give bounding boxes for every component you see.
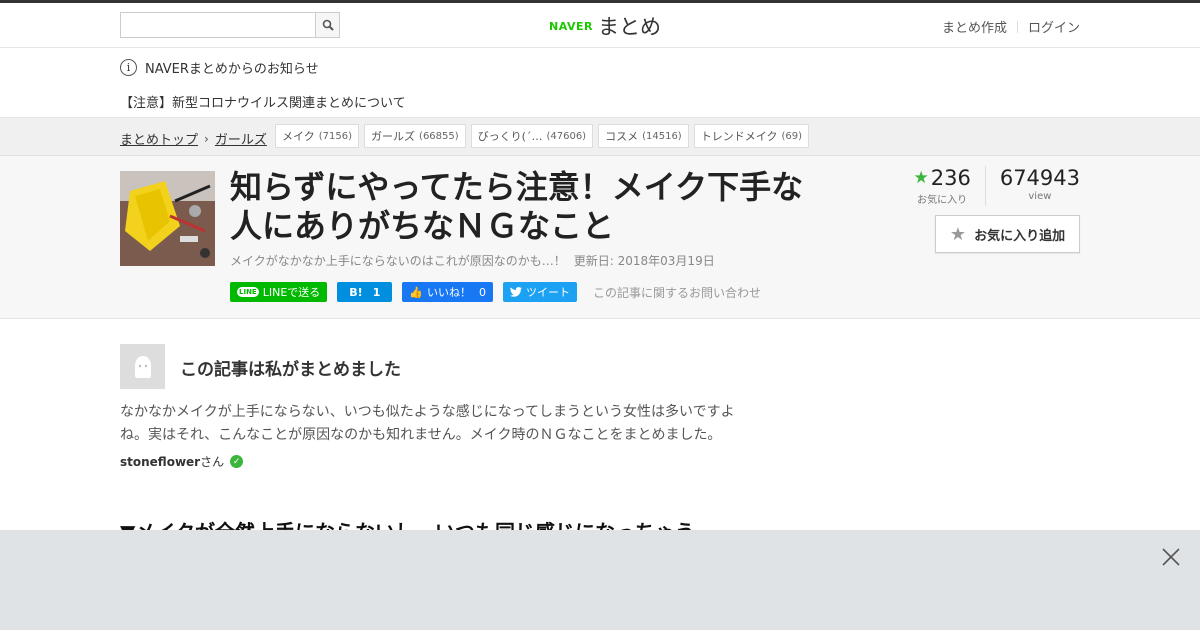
hatena-icon: B! — [349, 285, 363, 299]
site-header: NAVER まとめ まとめ作成 ログイン — [0, 3, 1200, 48]
search-button[interactable] — [315, 12, 340, 38]
breadcrumb-bar: まとめトップ › ガールズ メイク (7156) ガールズ (66855) びっくり… — [0, 118, 1200, 156]
tag-label: びっくり(´… — [477, 130, 543, 143]
breadcrumb-category-link[interactable]: ガールズ — [215, 129, 267, 148]
favorites-label: お気に入り — [917, 195, 968, 206]
tag-list: メイク (7156) ガールズ (66855) びっくり(´… (47606) コスメ… — [275, 124, 810, 148]
tag-count: (47606) — [546, 130, 587, 142]
chevron-right-icon: › — [204, 131, 209, 146]
tag-count: (66855) — [419, 130, 459, 142]
site-logo[interactable]: NAVER まとめ — [549, 11, 661, 41]
tag-item[interactable]: メイク (7156) — [275, 124, 360, 148]
logo-brand: NAVER — [549, 19, 593, 33]
tweet-button[interactable]: ツイート — [503, 282, 578, 302]
favorites-count: 236 — [930, 166, 971, 190]
notice-link[interactable]: 【注意】新型コロナウイルス関連まとめについて — [120, 92, 406, 111]
author-summary: なかなかメイクが上手にならない、いつも似たような感じになってしまうという女性は多… — [120, 404, 735, 443]
article-stats: ★ 236 お気に入り 674943 view — [899, 166, 1080, 206]
star-icon: ★ — [949, 223, 967, 245]
line-icon: LINE — [237, 287, 259, 297]
views-label: view — [1028, 191, 1052, 202]
tag-item[interactable]: コスメ (14516) — [598, 124, 689, 148]
thumbs-up-icon: 👍 — [409, 285, 424, 299]
facebook-like-button[interactable]: 👍 いいね！ 0 — [402, 282, 494, 302]
tag-label: コスメ — [605, 130, 639, 143]
tag-label: ガールズ — [371, 130, 416, 143]
breadcrumb: まとめトップ › ガールズ — [120, 129, 267, 149]
article-inquiry-link[interactable]: この記事に関するお問い合わせ — [593, 284, 761, 301]
notice-header: i NAVERまとめからのお知らせ — [120, 58, 319, 77]
article-updated-date: 更新日: 2018年03月19日 — [573, 254, 715, 268]
tag-count: (69) — [781, 130, 803, 142]
tag-item[interactable]: トレンドメイク (69) — [693, 124, 810, 148]
hatena-bookmark-button[interactable]: B! 1 — [337, 282, 393, 302]
default-avatar-icon — [134, 355, 151, 378]
login-link[interactable]: ログイン — [1028, 17, 1080, 36]
hatena-count: 1 — [372, 285, 381, 299]
author-heading: この記事は私がまとめました — [180, 360, 401, 380]
search-icon — [322, 19, 334, 31]
notice-area: i NAVERまとめからのお知らせ 【注意】新型コロナウイルス関連まとめについて — [0, 48, 1200, 118]
article-title: 知らずにやってたら注意！メイク下手な人にありがちなＮＧなこと — [230, 168, 804, 245]
tag-label: トレンドメイク — [700, 130, 778, 143]
author-suffix: さん — [200, 455, 225, 469]
close-icon[interactable] — [1160, 546, 1182, 568]
author-byline: stoneflowerさん ✓ — [120, 453, 244, 470]
facebook-like-label: いいね！ — [427, 286, 472, 299]
views-count: 674943 — [999, 166, 1080, 190]
tag-count: (14516) — [642, 130, 682, 142]
article-header: 知らずにやってたら注意！メイク下手な人にありがちなＮＧなこと メイクがなかなか上… — [0, 156, 1200, 319]
create-matome-link[interactable]: まとめ作成 — [942, 17, 1007, 36]
twitter-bird-icon — [510, 287, 523, 297]
facebook-like-count: 0 — [479, 285, 487, 299]
verified-check-icon: ✓ — [230, 455, 244, 468]
tag-item[interactable]: ガールズ (66855) — [364, 124, 466, 148]
breadcrumb-top-link[interactable]: まとめトップ — [120, 129, 198, 148]
author-name[interactable]: stoneflower — [120, 455, 200, 469]
avatar[interactable] — [120, 344, 165, 389]
ad-banner — [0, 530, 1200, 630]
tag-count: (7156) — [318, 130, 353, 142]
share-buttons: LINE LINEで送る B! 1 👍 いいね！ 0 ツイート この記事に関する… — [230, 282, 761, 302]
line-share-label: LINEで送る — [262, 286, 321, 299]
article-thumbnail[interactable] — [120, 171, 215, 266]
tag-item[interactable]: びっくり(´… (47606) — [470, 124, 594, 148]
notice-title: NAVERまとめからのお知らせ — [145, 62, 319, 77]
favorites-stat: ★ 236 お気に入り — [899, 166, 984, 206]
article-description: メイクがなかなか上手にならないのはこれが原因なのかも…！ — [230, 254, 566, 268]
add-favorite-label: お気に入り追加 — [974, 228, 1066, 244]
info-icon: i — [120, 59, 137, 76]
tag-label: メイク — [282, 130, 315, 143]
views-stat: 674943 view — [984, 166, 1080, 206]
logo-name: まとめ — [597, 15, 661, 39]
add-favorite-button[interactable]: ★ お気に入り追加 — [935, 215, 1080, 253]
search-input[interactable] — [120, 12, 315, 38]
article-meta: メイクがなかなか上手にならないのはこれが原因なのかも…！ 更新日: 2018年0… — [230, 252, 715, 269]
line-share-button[interactable]: LINE LINEで送る — [230, 282, 328, 302]
author-section: この記事は私がまとめました なかなかメイクが上手にならない、いつも似たような感じ… — [0, 319, 1200, 544]
tweet-label: ツイート — [526, 286, 571, 299]
header-links: まとめ作成 ログイン — [942, 17, 1080, 36]
divider — [1016, 20, 1018, 33]
star-icon: ★ — [913, 168, 929, 188]
search-bar — [120, 12, 340, 38]
